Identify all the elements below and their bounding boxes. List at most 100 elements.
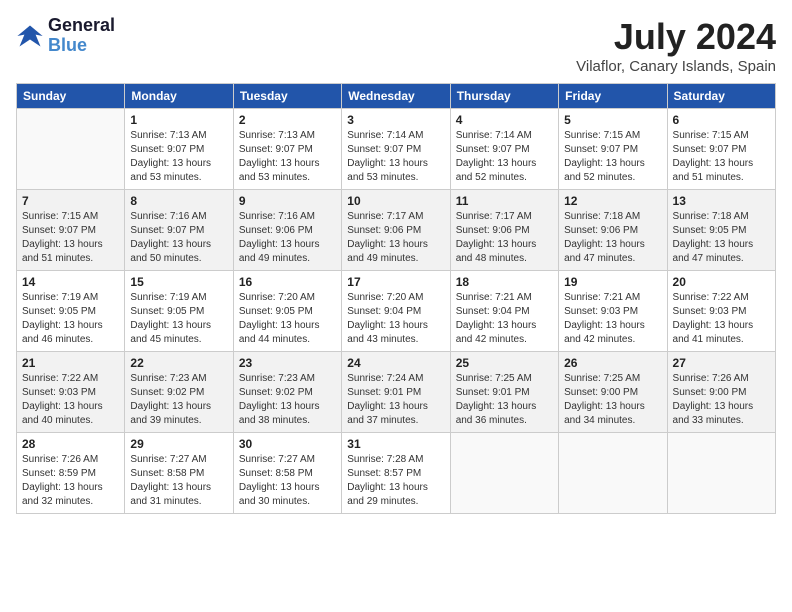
day-info: Sunrise: 7:17 AM Sunset: 9:06 PM Dayligh… (347, 210, 444, 266)
calendar-day-cell: 22 Sunrise: 7:23 AM Sunset: 9:02 PM Dayli… (125, 352, 233, 433)
calendar-day-cell: 4Sunrise: 7:14 AM Sunset: 9:07 PM Daylig… (450, 109, 558, 190)
day-info: Sunrise: 7:14 AM Sunset: 9:07 PM Dayligh… (456, 129, 553, 185)
day-number: 23 (239, 356, 336, 370)
calendar-day-cell: 10 Sunrise: 7:17 AM Sunset: 9:06 PM Dayli… (342, 190, 450, 271)
weekday-header-friday: Friday (559, 84, 667, 109)
calendar-day-cell: 5 Sunrise: 7:15 AM Sunset: 9:07 PM Daylig… (559, 109, 667, 190)
calendar-day-cell: 27 Sunrise: 7:26 AM Sunset: 9:00 PM Dayli… (667, 352, 775, 433)
page-header: General Blue July 2024 Vilaflor, Canary … (16, 16, 776, 75)
day-info: Sunrise: 7:27 AM Sunset: 8:58 PM Dayligh… (239, 453, 336, 509)
logo-icon (16, 22, 44, 50)
calendar-day-cell: 29Sunrise: 7:27 AM Sunset: 8:58 PM Dayli… (125, 433, 233, 514)
weekday-header-monday: Monday (125, 84, 233, 109)
day-info: Sunrise: 7:26 AM Sunset: 9:00 PM Dayligh… (673, 372, 770, 428)
day-info: Sunrise: 7:13 AM Sunset: 9:07 PM Dayligh… (130, 129, 227, 185)
day-number: 2 (239, 113, 336, 127)
logo: General Blue (16, 16, 115, 56)
calendar-week-row: 14 Sunrise: 7:19 AM Sunset: 9:05 PM Dayli… (17, 271, 776, 352)
day-number: 10 (347, 194, 444, 208)
calendar-table: SundayMondayTuesdayWednesdayThursdayFrid… (16, 83, 776, 514)
day-info: Sunrise: 7:20 AM Sunset: 9:05 PM Dayligh… (239, 291, 336, 347)
weekday-header-sunday: Sunday (17, 84, 125, 109)
calendar-week-row: 1 Sunrise: 7:13 AM Sunset: 9:07 PM Daylig… (17, 109, 776, 190)
calendar-week-row: 7 Sunrise: 7:15 AM Sunset: 9:07 PM Daylig… (17, 190, 776, 271)
day-number: 22 (130, 356, 227, 370)
day-info: Sunrise: 7:23 AM Sunset: 9:02 PM Dayligh… (239, 372, 336, 428)
calendar-day-cell: 31 Sunrise: 7:28 AM Sunset: 8:57 PM Dayli… (342, 433, 450, 514)
day-number: 7 (22, 194, 119, 208)
calendar-day-cell: 3 Sunrise: 7:14 AM Sunset: 9:07 PM Daylig… (342, 109, 450, 190)
calendar-day-cell: 17 Sunrise: 7:20 AM Sunset: 9:04 PM Dayli… (342, 271, 450, 352)
day-number: 11 (456, 194, 553, 208)
calendar-day-cell: 30Sunrise: 7:27 AM Sunset: 8:58 PM Dayli… (233, 433, 341, 514)
calendar-day-cell: 14 Sunrise: 7:19 AM Sunset: 9:05 PM Dayli… (17, 271, 125, 352)
calendar-day-cell (17, 109, 125, 190)
day-number: 12 (564, 194, 661, 208)
day-info: Sunrise: 7:15 AM Sunset: 9:07 PM Dayligh… (564, 129, 661, 185)
day-info: Sunrise: 7:19 AM Sunset: 9:05 PM Dayligh… (22, 291, 119, 347)
day-number: 28 (22, 437, 119, 451)
calendar-day-cell: 28 Sunrise: 7:26 AM Sunset: 8:59 PM Dayli… (17, 433, 125, 514)
day-number: 14 (22, 275, 119, 289)
calendar-day-cell: 24 Sunrise: 7:24 AM Sunset: 9:01 PM Dayli… (342, 352, 450, 433)
day-number: 3 (347, 113, 444, 127)
calendar-day-cell: 1 Sunrise: 7:13 AM Sunset: 9:07 PM Daylig… (125, 109, 233, 190)
calendar-day-cell: 7 Sunrise: 7:15 AM Sunset: 9:07 PM Daylig… (17, 190, 125, 271)
day-number: 6 (673, 113, 770, 127)
calendar-day-cell (667, 433, 775, 514)
calendar-day-cell: 11 Sunrise: 7:17 AM Sunset: 9:06 PM Dayli… (450, 190, 558, 271)
calendar-day-cell: 21Sunrise: 7:22 AM Sunset: 9:03 PM Dayli… (17, 352, 125, 433)
calendar-day-cell: 20 Sunrise: 7:22 AM Sunset: 9:03 PM Dayli… (667, 271, 775, 352)
day-info: Sunrise: 7:23 AM Sunset: 9:02 PM Dayligh… (130, 372, 227, 428)
day-info: Sunrise: 7:16 AM Sunset: 9:07 PM Dayligh… (130, 210, 227, 266)
day-info: Sunrise: 7:20 AM Sunset: 9:04 PM Dayligh… (347, 291, 444, 347)
day-info: Sunrise: 7:25 AM Sunset: 9:00 PM Dayligh… (564, 372, 661, 428)
day-info: Sunrise: 7:24 AM Sunset: 9:01 PM Dayligh… (347, 372, 444, 428)
calendar-week-row: 28 Sunrise: 7:26 AM Sunset: 8:59 PM Dayli… (17, 433, 776, 514)
calendar-week-row: 21Sunrise: 7:22 AM Sunset: 9:03 PM Dayli… (17, 352, 776, 433)
logo-text: General Blue (48, 16, 115, 56)
day-info: Sunrise: 7:22 AM Sunset: 9:03 PM Dayligh… (673, 291, 770, 347)
calendar-day-cell: 6Sunrise: 7:15 AM Sunset: 9:07 PM Daylig… (667, 109, 775, 190)
day-number: 21 (22, 356, 119, 370)
calendar-day-cell: 23 Sunrise: 7:23 AM Sunset: 9:02 PM Dayli… (233, 352, 341, 433)
day-number: 5 (564, 113, 661, 127)
day-number: 25 (456, 356, 553, 370)
day-number: 20 (673, 275, 770, 289)
day-number: 17 (347, 275, 444, 289)
calendar-day-cell: 13Sunrise: 7:18 AM Sunset: 9:05 PM Dayli… (667, 190, 775, 271)
day-number: 8 (130, 194, 227, 208)
day-number: 18 (456, 275, 553, 289)
calendar-day-cell: 2 Sunrise: 7:13 AM Sunset: 9:07 PM Daylig… (233, 109, 341, 190)
day-number: 29 (130, 437, 227, 451)
calendar-day-cell: 19Sunrise: 7:21 AM Sunset: 9:03 PM Dayli… (559, 271, 667, 352)
calendar-day-cell: 26 Sunrise: 7:25 AM Sunset: 9:00 PM Dayli… (559, 352, 667, 433)
day-info: Sunrise: 7:26 AM Sunset: 8:59 PM Dayligh… (22, 453, 119, 509)
location-subtitle: Vilaflor, Canary Islands, Spain (576, 58, 776, 75)
day-info: Sunrise: 7:18 AM Sunset: 9:06 PM Dayligh… (564, 210, 661, 266)
day-info: Sunrise: 7:14 AM Sunset: 9:07 PM Dayligh… (347, 129, 444, 185)
calendar-day-cell: 9Sunrise: 7:16 AM Sunset: 9:06 PM Daylig… (233, 190, 341, 271)
day-info: Sunrise: 7:19 AM Sunset: 9:05 PM Dayligh… (130, 291, 227, 347)
weekday-header-wednesday: Wednesday (342, 84, 450, 109)
day-number: 19 (564, 275, 661, 289)
day-info: Sunrise: 7:28 AM Sunset: 8:57 PM Dayligh… (347, 453, 444, 509)
day-info: Sunrise: 7:21 AM Sunset: 9:04 PM Dayligh… (456, 291, 553, 347)
day-info: Sunrise: 7:17 AM Sunset: 9:06 PM Dayligh… (456, 210, 553, 266)
weekday-header-thursday: Thursday (450, 84, 558, 109)
day-number: 24 (347, 356, 444, 370)
title-block: July 2024 Vilaflor, Canary Islands, Spai… (576, 16, 776, 75)
day-number: 27 (673, 356, 770, 370)
weekday-header-saturday: Saturday (667, 84, 775, 109)
day-info: Sunrise: 7:15 AM Sunset: 9:07 PM Dayligh… (22, 210, 119, 266)
day-number: 26 (564, 356, 661, 370)
calendar-day-cell (559, 433, 667, 514)
day-number: 31 (347, 437, 444, 451)
calendar-day-cell (450, 433, 558, 514)
day-number: 1 (130, 113, 227, 127)
day-number: 16 (239, 275, 336, 289)
calendar-day-cell: 15Sunrise: 7:19 AM Sunset: 9:05 PM Dayli… (125, 271, 233, 352)
day-info: Sunrise: 7:13 AM Sunset: 9:07 PM Dayligh… (239, 129, 336, 185)
weekday-header-row: SundayMondayTuesdayWednesdayThursdayFrid… (17, 84, 776, 109)
calendar-day-cell: 18 Sunrise: 7:21 AM Sunset: 9:04 PM Dayli… (450, 271, 558, 352)
